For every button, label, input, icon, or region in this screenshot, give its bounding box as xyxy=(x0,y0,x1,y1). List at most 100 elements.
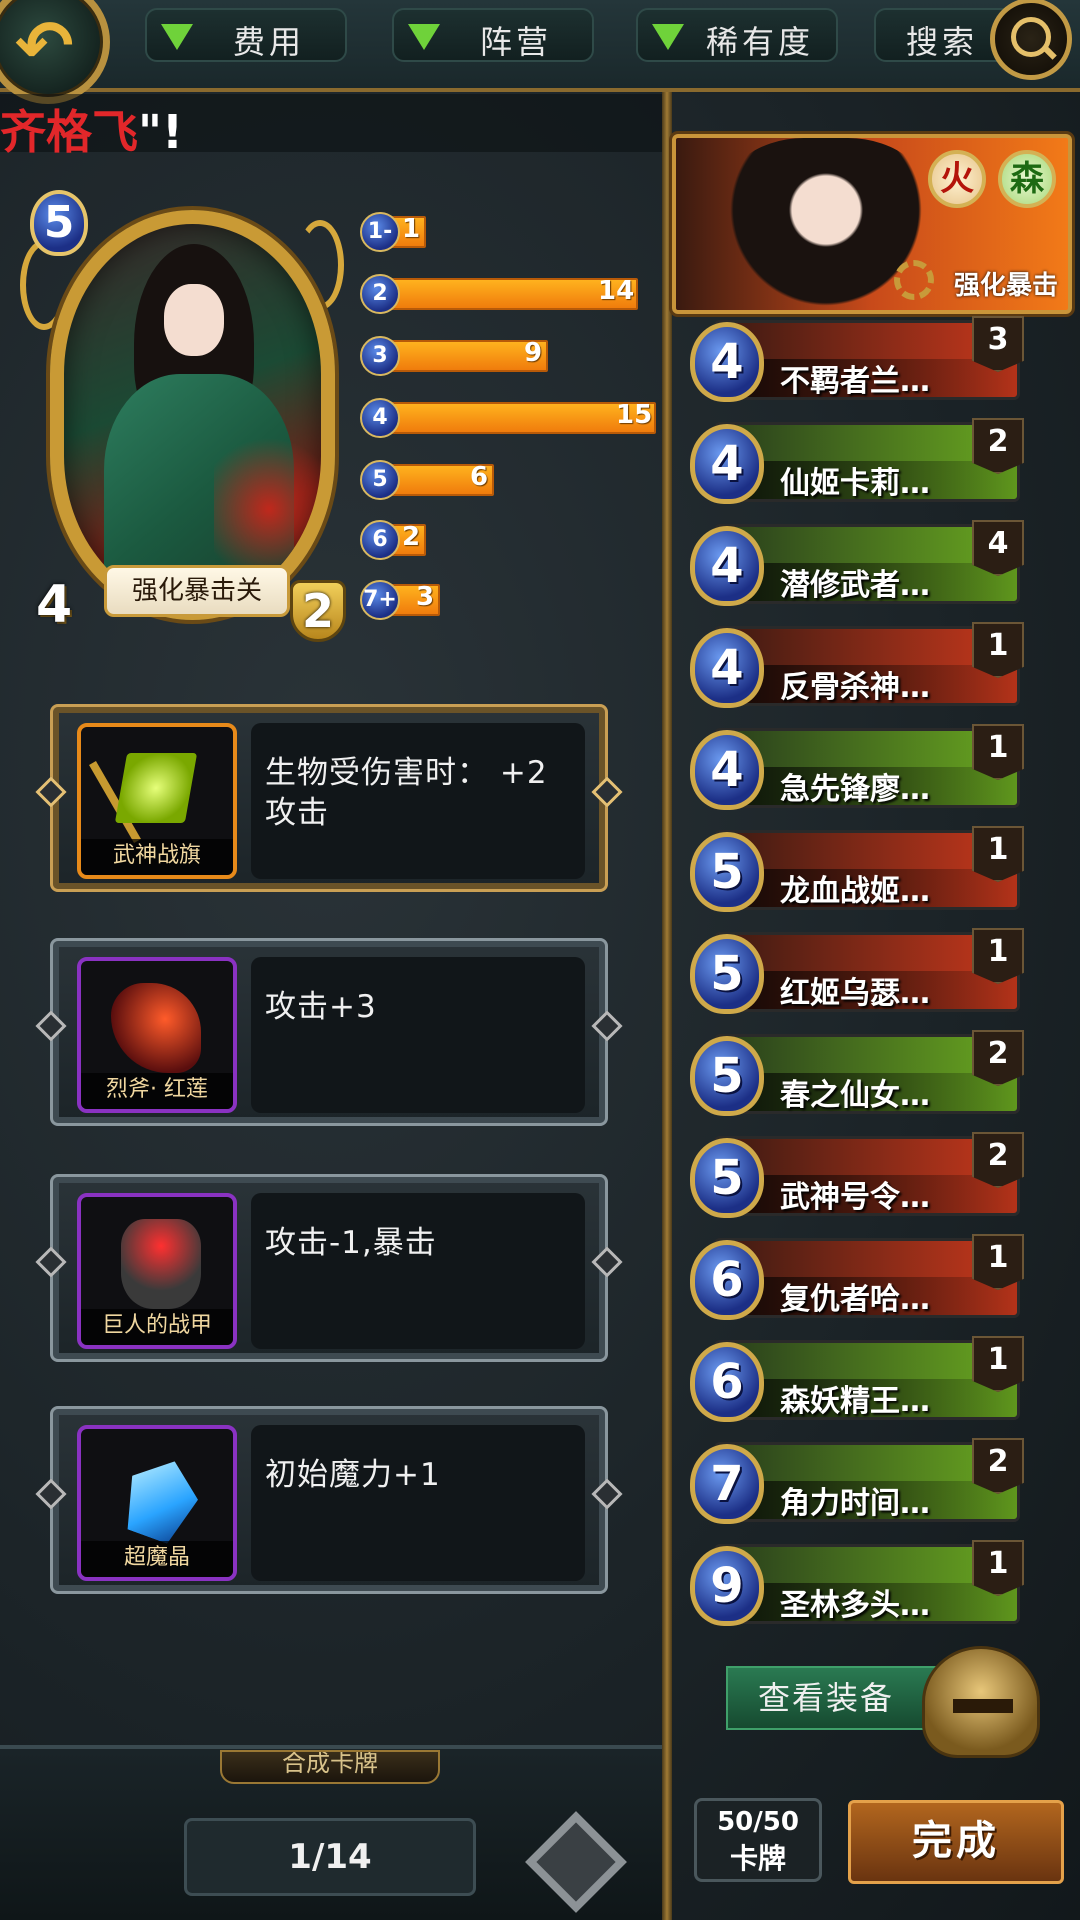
cost-curve-row: 62 xyxy=(360,520,440,560)
card-name: 红姬乌瑟… xyxy=(780,976,930,1011)
filter-cost-button[interactable]: 费用 xyxy=(145,8,347,62)
card-name: 复仇者哈… xyxy=(780,1282,930,1317)
equipment-desc-box: 生物受伤害时： +2 攻击 xyxy=(251,723,585,879)
card-name: 圣林多头… xyxy=(780,1588,930,1623)
deck-card-item[interactable]: 复仇者哈… 1 6 xyxy=(690,1234,1030,1326)
card-copies-badge: 1 xyxy=(972,928,1024,984)
hero-skill-label: 强化暴击 xyxy=(953,271,1058,301)
equipment-slot-4[interactable]: 超魔晶 初始魔力+1 xyxy=(35,1406,623,1594)
equipment-desc-box: 攻击-1,暴击 xyxy=(251,1193,585,1349)
hero-portrait xyxy=(50,210,335,620)
filter-faction-button[interactable]: 阵营 xyxy=(392,8,594,62)
hero-health: 2 xyxy=(290,580,346,642)
deck-card-item[interactable]: 仙姬卡莉… 2 4 xyxy=(690,418,1030,510)
page-indicator: 1/14 xyxy=(184,1818,476,1896)
diamond-ornament xyxy=(35,1478,67,1510)
deck-card-item[interactable]: 森妖精王… 1 6 xyxy=(690,1336,1030,1428)
helmet-icon[interactable] xyxy=(922,1646,1040,1758)
equipment-slot-1[interactable]: 武神战旗 生物受伤害时： +2 攻击 xyxy=(35,704,623,892)
filter-rarity-button[interactable]: 稀有度 xyxy=(636,8,838,62)
deck-card-item[interactable]: 红姬乌瑟… 1 5 xyxy=(690,928,1030,1020)
cost-count: 3 xyxy=(416,582,435,612)
equipment-name: 巨人的战甲 xyxy=(81,1309,233,1345)
triangle-down-icon xyxy=(161,24,193,50)
fire-element-badge: 火 xyxy=(928,150,986,208)
deck-card-item[interactable]: 圣林多头… 1 9 xyxy=(690,1540,1030,1632)
ticker-tail: "! xyxy=(138,105,183,159)
back-button[interactable]: ↶ xyxy=(0,0,110,104)
cost-gem: 3 xyxy=(360,336,400,376)
hero-cost-gem: 5 xyxy=(30,190,88,256)
equipment-slot-2[interactable]: 烈斧· 红莲 攻击+3 xyxy=(35,938,623,1126)
card-cost-gem: 4 xyxy=(690,424,764,504)
done-button[interactable]: 完成 xyxy=(848,1800,1064,1884)
deck-card-item[interactable]: 角力时间… 2 7 xyxy=(690,1438,1030,1530)
card-name: 反骨杀神… xyxy=(780,670,930,705)
diamond-ornament xyxy=(591,1246,623,1278)
next-page-arrow-icon[interactable] xyxy=(530,1806,620,1906)
deck-card-item[interactable]: 不羁者兰… 3 4 xyxy=(690,316,1030,408)
card-name: 潜修武者… xyxy=(780,568,930,603)
equipment-icon-box: 武神战旗 xyxy=(77,723,237,879)
diamond-ornament xyxy=(35,1246,67,1278)
deck-card-item[interactable]: 龙血战姬… 1 5 xyxy=(690,826,1030,918)
hero-attack: 4 xyxy=(30,575,96,635)
deck-card-item[interactable]: 潜修武者… 4 4 xyxy=(690,520,1030,612)
card-cost-gem: 5 xyxy=(690,1036,764,1116)
equipment-name: 武神战旗 xyxy=(81,839,233,875)
equipment-desc-box: 初始魔力+1 xyxy=(251,1425,585,1581)
cost-count: 2 xyxy=(402,522,421,552)
card-cost-gem: 5 xyxy=(690,1138,764,1218)
card-copies-badge: 1 xyxy=(972,622,1024,678)
equipment-icon-box: 巨人的战甲 xyxy=(77,1193,237,1349)
cost-curve-row: 7+ 3 xyxy=(360,580,454,620)
card-cost-gem: 4 xyxy=(690,526,764,606)
cost-count: 14 xyxy=(598,276,635,306)
card-name: 森妖精王… xyxy=(780,1384,930,1419)
deck-count-box: 50/50 卡牌 xyxy=(694,1798,822,1882)
magnifier-icon[interactable] xyxy=(990,0,1072,80)
card-cost-gem: 7 xyxy=(690,1444,764,1524)
cost-curve-row: 1- 1 xyxy=(360,212,440,252)
crystal-icon xyxy=(114,1449,207,1548)
cost-gem: 1- xyxy=(360,212,400,252)
cost-gem: 4 xyxy=(360,398,400,438)
card-cost-gem: 5 xyxy=(690,832,764,912)
hero-card[interactable]: 5 强化暴击关 4 2 xyxy=(20,190,350,642)
equipment-slot-3[interactable]: 巨人的战甲 攻击-1,暴击 xyxy=(35,1174,623,1362)
deck-card-item[interactable]: 春之仙女… 2 5 xyxy=(690,1030,1030,1122)
axe-icon xyxy=(111,983,201,1073)
cost-curve-row: 39 xyxy=(360,336,562,376)
diamond-ornament xyxy=(591,776,623,808)
card-copies-badge: 1 xyxy=(972,1336,1024,1392)
search-label: 搜索 xyxy=(906,23,979,61)
card-copies-badge: 1 xyxy=(972,724,1024,780)
cost-count: 6 xyxy=(470,462,489,492)
deck-card-item[interactable]: 急先锋廖… 1 4 xyxy=(690,724,1030,816)
deck-card-item[interactable]: 反骨杀神… 1 4 xyxy=(690,622,1030,714)
selected-hero-banner[interactable]: 火 森 强化暴击 xyxy=(672,134,1072,314)
deck-card-list[interactable]: 不羁者兰… 3 4 仙姬卡莉… 2 4 潜修武者… 4 4 反骨杀神… 1 4 急先锋廖… 1 4 龙血战姬…… xyxy=(690,316,1060,1776)
card-name: 急先锋廖… xyxy=(780,772,930,807)
card-cost-gem: 6 xyxy=(690,1240,764,1320)
forest-element-badge: 森 xyxy=(998,150,1056,208)
card-copies-badge: 1 xyxy=(972,826,1024,882)
deck-editor-screen: ↶ 费用 阵营 稀有度 搜索 齐格飞"! 5 强化暴击关 4 2 1- 1 2 … xyxy=(0,0,1080,1920)
cost-count: 9 xyxy=(524,338,543,368)
card-name: 春之仙女… xyxy=(780,1078,930,1113)
card-copies-badge: 2 xyxy=(972,418,1024,474)
hero-name-plate: 强化暴击关 xyxy=(104,565,290,617)
ticker-text: 齐格飞"! xyxy=(0,96,183,162)
filter-label: 稀有度 xyxy=(705,23,814,61)
back-arrow-icon: ↶ xyxy=(15,5,74,87)
compose-cards-tab[interactable]: 合成卡牌 xyxy=(220,1750,440,1784)
card-name: 龙血战姬… xyxy=(780,874,930,909)
ticker-name: 齐格飞 xyxy=(0,105,138,159)
deck-card-item[interactable]: 武神号令… 2 5 xyxy=(690,1132,1030,1224)
card-cost-gem: 5 xyxy=(690,934,764,1014)
card-name: 仙姬卡莉… xyxy=(780,466,930,501)
card-copies-badge: 2 xyxy=(972,1030,1024,1086)
equipment-desc-box: 攻击+3 xyxy=(251,957,585,1113)
card-copies-badge: 1 xyxy=(972,1234,1024,1290)
card-cost-gem: 4 xyxy=(690,628,764,708)
